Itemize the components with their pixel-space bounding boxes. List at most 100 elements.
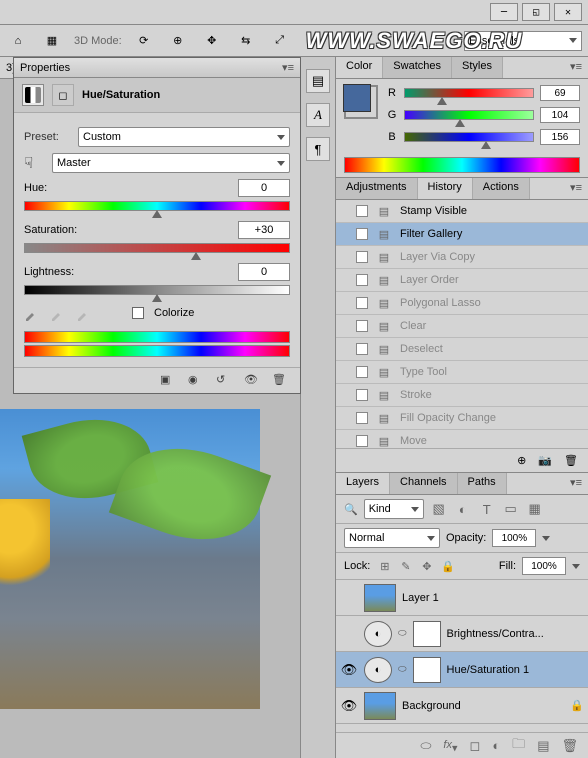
layer-item[interactable]: Layer 1 [336, 580, 588, 616]
history-checkbox[interactable] [356, 228, 368, 240]
history-checkbox[interactable] [356, 205, 368, 217]
history-item[interactable]: ▤Clear [336, 315, 588, 338]
filter-shape-icon[interactable]: ▭ [502, 500, 520, 518]
tab-styles[interactable]: Styles [452, 57, 503, 78]
g-slider[interactable] [404, 110, 534, 120]
tab-adjustments[interactable]: Adjustments [336, 178, 418, 199]
lock-pixels-icon[interactable]: ✎ [397, 558, 414, 575]
layer-name[interactable]: Brightness/Contra... [447, 628, 584, 640]
panel-menu-icon[interactable]: ▾≡ [564, 178, 588, 199]
channel-dropdown[interactable]: Master [52, 153, 290, 173]
mask-icon[interactable]: ◻ [52, 84, 74, 106]
history-item[interactable]: ▤Layer Via Copy [336, 246, 588, 269]
history-checkbox[interactable] [356, 343, 368, 355]
view-previous-icon[interactable]: ◉ [188, 373, 206, 389]
history-item[interactable]: ▤Polygonal Lasso [336, 292, 588, 315]
filter-smart-icon[interactable]: ▦ [526, 500, 544, 518]
g-input[interactable] [540, 107, 580, 123]
color-swatch[interactable] [344, 85, 378, 119]
history-item[interactable]: ▤Filter Gallery [336, 223, 588, 246]
layer-item[interactable]: 👁◐⬭Hue/Saturation 1 [336, 652, 588, 688]
reset-icon[interactable]: ↺ [216, 373, 234, 389]
new-group-icon[interactable]: 🗀 [512, 735, 525, 757]
eyedropper-icon[interactable] [24, 305, 40, 321]
history-checkbox[interactable] [356, 274, 368, 286]
adjustment-thumb[interactable]: ◐ [364, 621, 392, 647]
r-slider[interactable] [404, 88, 534, 98]
lock-position-icon[interactable]: ✥ [418, 558, 435, 575]
paragraph-panel-icon[interactable]: ¶ [306, 137, 330, 161]
link-layers-icon[interactable]: ⬭ [420, 738, 431, 754]
chevron-down-icon[interactable] [572, 564, 580, 569]
history-checkbox[interactable] [356, 366, 368, 378]
tab-swatches[interactable]: Swatches [383, 57, 452, 78]
filter-adjust-icon[interactable]: ◐ [454, 500, 472, 518]
grid-icon[interactable]: ▦ [40, 29, 64, 53]
filter-kind-dropdown[interactable]: Kind [364, 499, 424, 519]
minimize-button[interactable]: ─ [490, 3, 518, 21]
targeted-adjust-icon[interactable]: ☟ [24, 154, 46, 172]
filter-type-icon[interactable]: T [478, 500, 496, 518]
close-button[interactable]: ✕ [554, 3, 582, 21]
layer-thumb[interactable] [364, 584, 396, 612]
eyedropper-plus-icon[interactable] [50, 305, 66, 321]
tab-history[interactable]: History [418, 178, 473, 199]
type-panel-icon[interactable]: A [306, 103, 330, 127]
tab-paths[interactable]: Paths [458, 473, 507, 494]
b-slider[interactable] [404, 132, 534, 142]
roll-icon[interactable]: ⊕ [166, 29, 190, 53]
filter-pixel-icon[interactable]: ▧ [430, 500, 448, 518]
b-input[interactable] [540, 129, 580, 145]
colorize-checkbox[interactable] [132, 307, 144, 319]
clip-to-layer-icon[interactable]: ▣ [160, 373, 178, 389]
r-input[interactable] [540, 85, 580, 101]
history-item[interactable]: ▤Type Tool [336, 361, 588, 384]
home-icon[interactable]: ⌂ [6, 29, 30, 53]
tab-channels[interactable]: Channels [390, 473, 457, 494]
saturation-input[interactable] [238, 221, 290, 239]
lightness-input[interactable] [238, 263, 290, 281]
hue-slider[interactable] [24, 201, 290, 211]
pan-icon[interactable]: ✥ [200, 29, 224, 53]
color-ramp[interactable] [344, 157, 580, 173]
layer-mask-icon[interactable]: ◻ [470, 738, 481, 754]
layer-item[interactable]: ◐⬭Brightness/Contra... [336, 616, 588, 652]
chevron-down-icon[interactable] [542, 536, 550, 541]
visibility-toggle[interactable]: 👁 [340, 698, 358, 714]
layer-item[interactable]: 👁Background🔒 [336, 688, 588, 724]
panel-tab-properties[interactable]: Properties ▾≡ [14, 58, 300, 78]
panel-icon-1[interactable]: ▤ [306, 69, 330, 93]
snapshot-icon[interactable]: 📷 [538, 454, 552, 467]
eyedropper-minus-icon[interactable] [76, 305, 92, 321]
new-doc-from-state-icon[interactable]: ⊕ [517, 454, 526, 467]
layer-name[interactable]: Background [402, 700, 564, 712]
layer-thumb[interactable] [364, 692, 396, 720]
workspace-dropdown[interactable]: Essentials [464, 31, 582, 51]
panel-menu-icon[interactable]: ▾≡ [282, 61, 294, 74]
history-checkbox[interactable] [356, 412, 368, 424]
new-adjust-icon[interactable]: ◐ [492, 738, 500, 753]
tab-actions[interactable]: Actions [473, 178, 530, 199]
tab-color[interactable]: Color [336, 57, 383, 78]
layer-mask-thumb[interactable] [413, 621, 441, 647]
layer-mask-thumb[interactable] [413, 657, 441, 683]
blend-mode-dropdown[interactable]: Normal [344, 528, 440, 548]
history-checkbox[interactable] [356, 435, 368, 447]
visibility-toggle[interactable]: 👁 [340, 662, 358, 678]
lock-transparency-icon[interactable]: ⊞ [376, 558, 393, 575]
history-checkbox[interactable] [356, 297, 368, 309]
trash-icon[interactable]: 🗑 [564, 454, 578, 467]
layer-name[interactable]: Layer 1 [402, 592, 584, 604]
trash-icon[interactable]: 🗑 [272, 373, 290, 389]
layer-style-icon[interactable]: fx▾ [443, 736, 457, 755]
new-layer-icon[interactable]: ▤ [537, 738, 549, 754]
history-checkbox[interactable] [356, 320, 368, 332]
scale-icon[interactable]: ⤢ [268, 29, 292, 53]
saturation-slider[interactable] [24, 243, 290, 253]
history-item[interactable]: ▤Fill Opacity Change [336, 407, 588, 430]
history-item[interactable]: ▤Layer Order [336, 269, 588, 292]
slide-icon[interactable]: ⇆ [234, 29, 258, 53]
tab-layers[interactable]: Layers [336, 473, 390, 494]
fill-input[interactable] [522, 557, 566, 575]
history-item[interactable]: ▤Move [336, 430, 588, 448]
